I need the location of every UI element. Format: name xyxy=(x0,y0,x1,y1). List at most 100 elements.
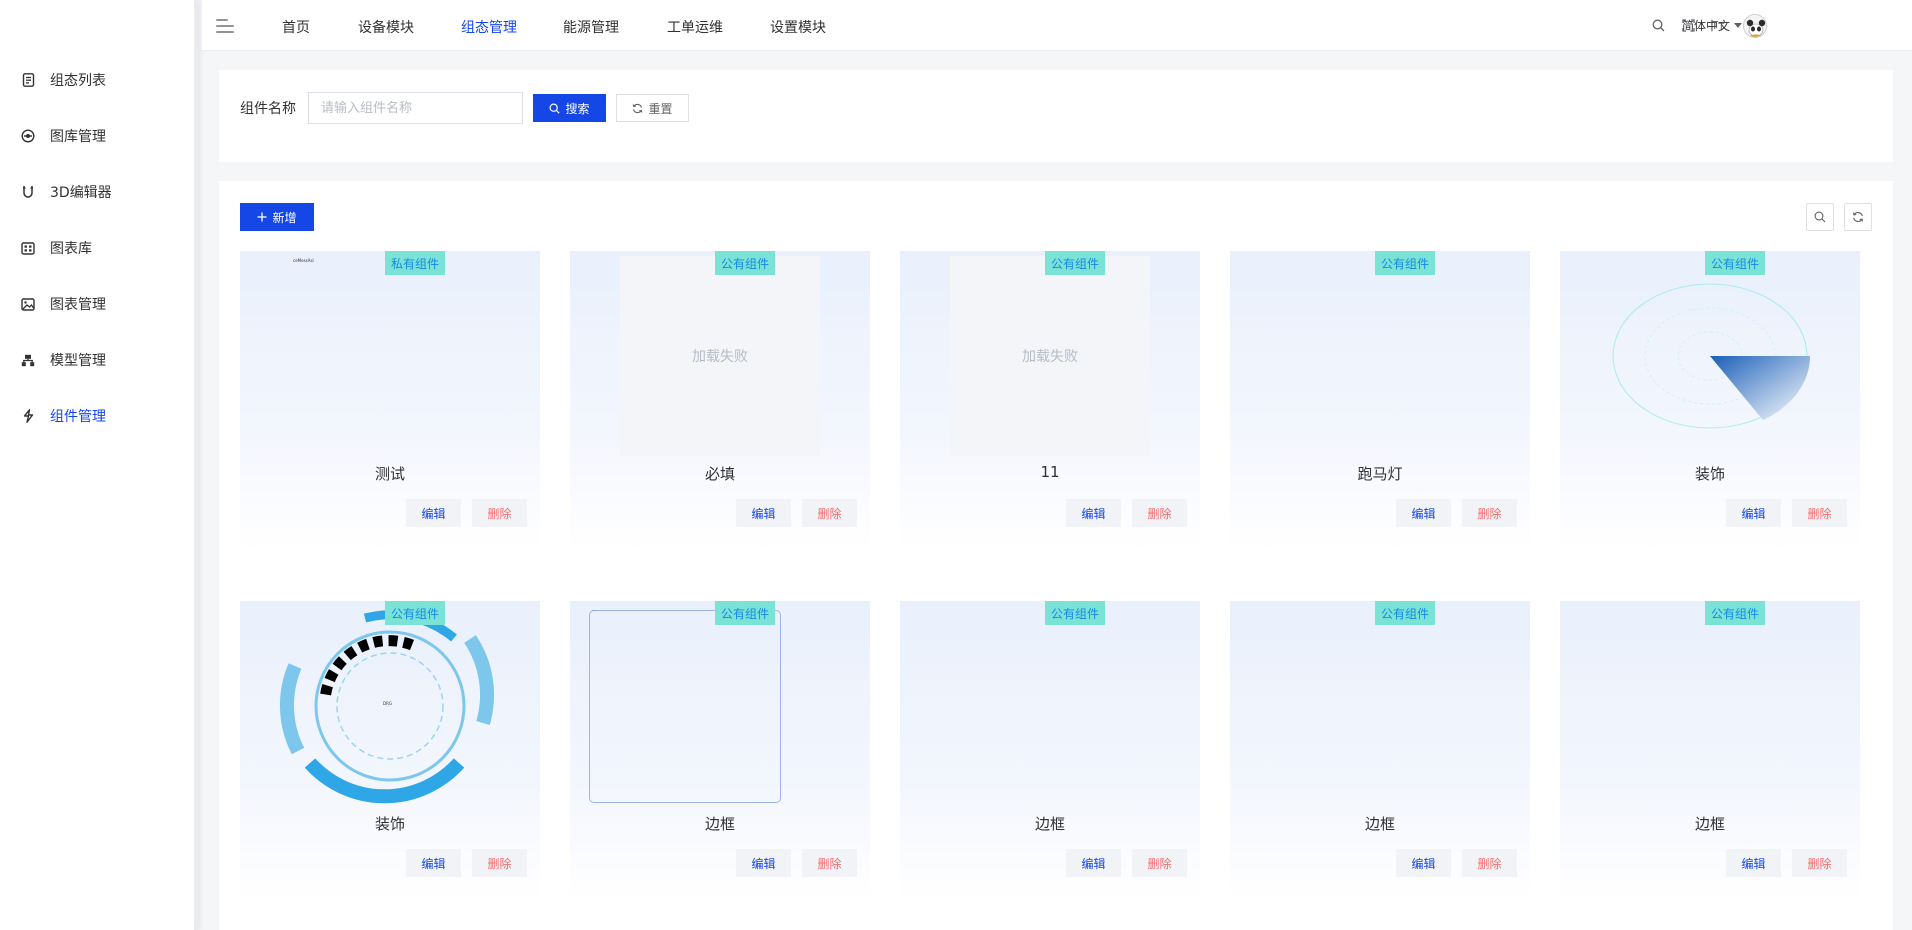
component-card[interactable]: 公有组件 边框 编辑 删除 xyxy=(900,601,1200,901)
sidebar-item-config-list[interactable]: 组态列表 xyxy=(20,68,106,92)
toggle-search-button[interactable] xyxy=(1806,203,1834,231)
sidebar-item-label: 图表库 xyxy=(50,241,92,257)
delete-button[interactable]: 删除 xyxy=(1462,849,1517,877)
delete-button[interactable]: 删除 xyxy=(1792,849,1847,877)
component-card[interactable]: 公有组件 边框 编辑 删除 xyxy=(1230,601,1530,901)
edit-button[interactable]: 编辑 xyxy=(1396,849,1451,877)
top-header: 首页 设备模块 组态管理 能源管理 工单运维 设置模块 简体中文 Tт xyxy=(202,0,1912,51)
delete-button[interactable]: 删除 xyxy=(802,849,857,877)
gallery-icon xyxy=(20,128,36,144)
reset-button-label: 重置 xyxy=(648,101,673,116)
fullscreen-icon[interactable] xyxy=(1680,17,1696,33)
component-card[interactable]: 公有组件 跑马灯 编辑 删除 xyxy=(1230,251,1530,551)
component-name-label: 组件名称 xyxy=(240,101,296,117)
component-card[interactable]: 加载失败 公有组件 必填 编辑 删除 xyxy=(570,251,870,551)
document-icon xyxy=(20,72,36,88)
load-failed-placeholder: 加载失败 xyxy=(950,256,1150,456)
sidebar-item-label: 组件管理 xyxy=(50,409,106,425)
visibility-badge: 公有组件 xyxy=(715,251,775,275)
edit-button[interactable]: 编辑 xyxy=(1726,499,1781,527)
card-title: 装饰 xyxy=(374,815,405,833)
visibility-badge: 公有组件 xyxy=(1045,251,1105,275)
search-icon xyxy=(549,102,561,114)
visibility-badge: 公有组件 xyxy=(1375,251,1435,275)
table-icon xyxy=(20,240,36,256)
nav-config-management[interactable]: 组态管理 xyxy=(461,17,517,37)
magnet-icon xyxy=(20,184,36,200)
sidebar-item-label: 模型管理 xyxy=(50,353,106,369)
component-card[interactable]: ... 公有组件 边框 编辑 删除 xyxy=(570,601,870,901)
card-title: 装饰 xyxy=(1694,465,1725,483)
ring-decoration-preview xyxy=(279,610,494,804)
font-size-icon[interactable]: Tт xyxy=(1710,17,1726,33)
sidebar-item-3d-editor[interactable]: 3D编辑器 xyxy=(20,180,112,204)
sidebar-item-label: 图库管理 xyxy=(50,129,106,145)
sidebar-item-label: 图表管理 xyxy=(50,297,106,313)
add-button-label: 新增 xyxy=(272,210,297,225)
border-frame-preview: ... xyxy=(589,607,781,803)
refresh-button[interactable] xyxy=(1844,203,1872,231)
delete-button[interactable]: 删除 xyxy=(1792,499,1847,527)
search-panel: 组件名称 搜索 重置 xyxy=(219,70,1893,162)
component-icon xyxy=(20,408,36,424)
nav-energy-management[interactable]: 能源管理 xyxy=(563,17,619,37)
avatar[interactable] xyxy=(1743,14,1767,38)
menu-collapse-icon[interactable] xyxy=(216,19,234,33)
radar-preview xyxy=(1612,283,1811,429)
card-title: 必填 xyxy=(704,465,735,483)
search-button[interactable]: 搜索 xyxy=(533,94,606,122)
delete-button[interactable]: 删除 xyxy=(472,499,527,527)
search-icon[interactable] xyxy=(1650,17,1666,33)
edit-button[interactable]: 编辑 xyxy=(1066,499,1121,527)
nav-device-module[interactable]: 设备模块 xyxy=(358,17,414,37)
card-title: 11 xyxy=(1040,463,1060,481)
search-button-label: 搜索 xyxy=(565,101,590,116)
refresh-icon xyxy=(1852,211,1864,223)
visibility-badge: 公有组件 xyxy=(1375,601,1435,625)
sidebar-item-gallery[interactable]: 图库管理 xyxy=(20,124,106,148)
visibility-badge: 公有组件 xyxy=(1705,601,1765,625)
edit-button[interactable]: 编辑 xyxy=(1396,499,1451,527)
reset-button[interactable]: 重置 xyxy=(616,94,689,122)
card-preview-text: DRG xyxy=(383,701,392,706)
component-card[interactable]: DRG 公有组件 装饰 编辑 删除 xyxy=(240,601,540,901)
nav-settings-module[interactable]: 设置模块 xyxy=(770,17,826,37)
edit-button[interactable]: 编辑 xyxy=(406,849,461,877)
component-name-input[interactable] xyxy=(308,92,523,124)
visibility-badge: 私有组件 xyxy=(385,251,445,275)
component-card[interactable]: 加载失败 公有组件 11 编辑 删除 xyxy=(900,251,1200,551)
visibility-badge: 公有组件 xyxy=(1045,601,1105,625)
sidebar-item-chart-management[interactable]: 图表管理 xyxy=(20,292,106,316)
search-icon xyxy=(1814,211,1826,223)
edit-button[interactable]: 编辑 xyxy=(736,499,791,527)
sidebar-item-label: 组态列表 xyxy=(50,73,106,89)
load-failed-placeholder: 加载失败 xyxy=(620,256,820,456)
card-title: 跑马灯 xyxy=(1357,465,1403,483)
visibility-badge: 公有组件 xyxy=(385,601,445,625)
sidebar-item-chart-library[interactable]: 图表库 xyxy=(20,236,92,260)
delete-button[interactable]: 删除 xyxy=(1462,499,1517,527)
nav-home[interactable]: 首页 xyxy=(282,17,310,37)
add-button[interactable]: 新增 xyxy=(240,203,314,231)
card-title: 边框 xyxy=(1694,815,1725,833)
card-preview-text: ... xyxy=(592,607,596,612)
edit-button[interactable]: 编辑 xyxy=(1726,849,1781,877)
edit-button[interactable]: 编辑 xyxy=(736,849,791,877)
card-title: 边框 xyxy=(1034,815,1065,833)
nav-workorder-ops[interactable]: 工单运维 xyxy=(667,17,723,37)
sidebar-item-component-management[interactable]: 组件管理 xyxy=(20,404,106,428)
edit-button[interactable]: 编辑 xyxy=(1066,849,1121,877)
sidebar-item-model-management[interactable]: 模型管理 xyxy=(20,348,106,372)
font-size-label: Tт xyxy=(1711,18,1725,32)
edit-button[interactable]: 编辑 xyxy=(406,499,461,527)
card-title: 边框 xyxy=(1364,815,1395,833)
component-card[interactable]: 公有组件 边框 编辑 删除 xyxy=(1560,601,1860,901)
delete-button[interactable]: 删除 xyxy=(802,499,857,527)
delete-button[interactable]: 删除 xyxy=(1132,849,1187,877)
card-preview-text: ceMessAsl xyxy=(293,258,314,263)
delete-button[interactable]: 删除 xyxy=(472,849,527,877)
delete-button[interactable]: 删除 xyxy=(1132,499,1187,527)
component-card[interactable]: 公有组件 装饰 编辑 删除 xyxy=(1560,251,1860,551)
component-list-panel: 新增 ceMessAsl 私有组件 测试 编辑 删除 加载失败 公有组件 必填 … xyxy=(219,181,1893,930)
component-card[interactable]: ceMessAsl 私有组件 测试 编辑 删除 xyxy=(240,251,540,551)
